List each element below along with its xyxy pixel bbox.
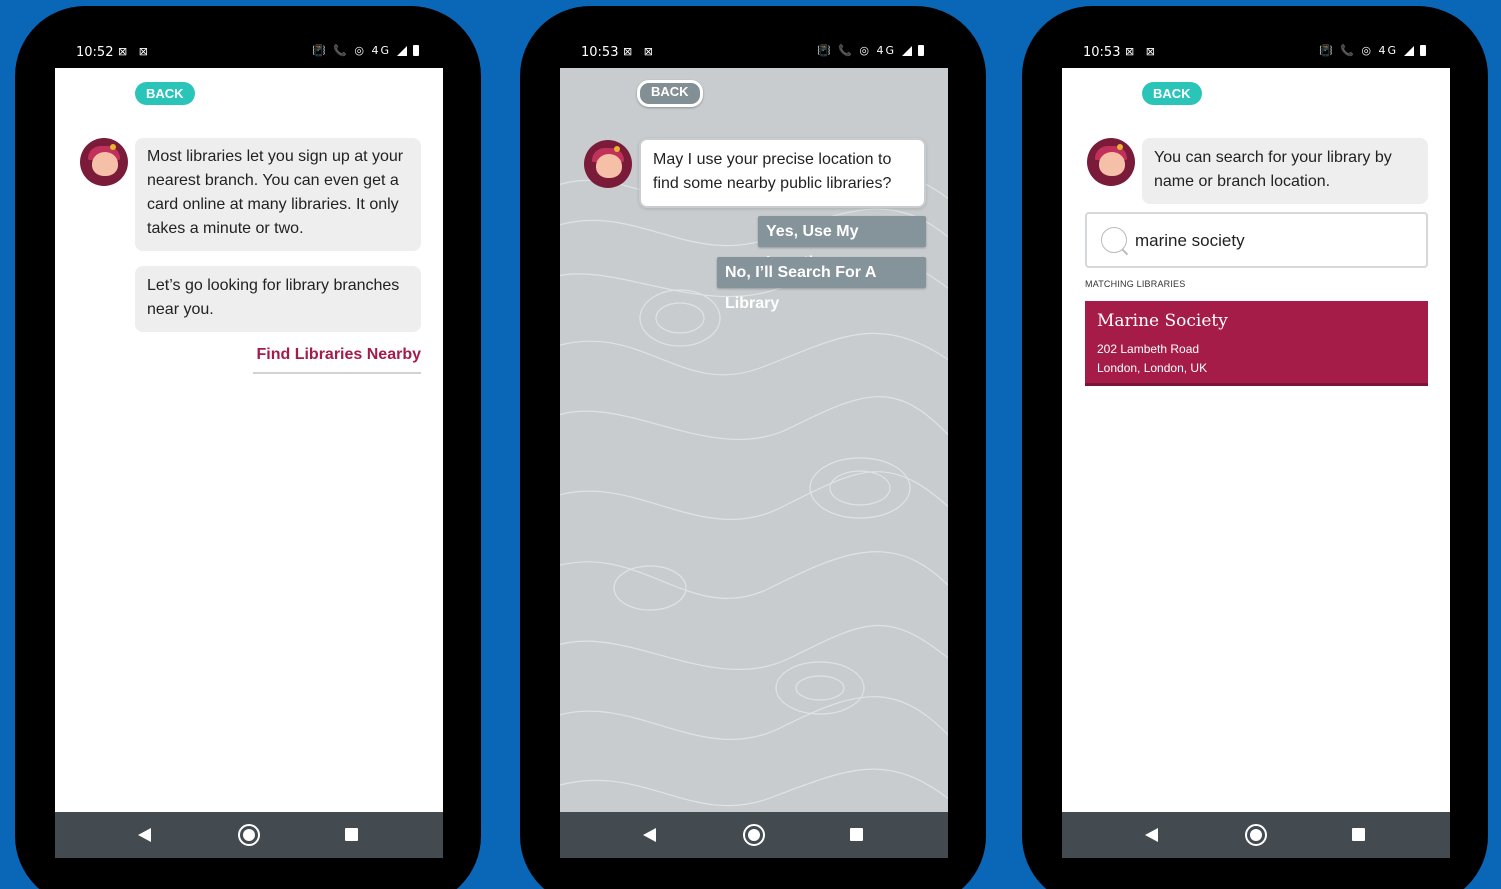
back-button[interactable]: BACK xyxy=(637,80,703,107)
android-nav-bar xyxy=(55,812,443,858)
status-time: 10:53 xyxy=(581,45,619,60)
battery-icon xyxy=(413,45,419,56)
status-bar: 10:53 ⊠ ⊠ 📳 📞 ◎ 4G xyxy=(1062,38,1450,68)
chat-content: BACK You can search for your library by … xyxy=(1062,68,1450,812)
chat-content: BACK May I use your precise location to … xyxy=(560,68,948,812)
nav-back-icon[interactable] xyxy=(1145,828,1158,842)
message-bubble: Let’s go looking for library branches ne… xyxy=(135,266,421,332)
library-search-field[interactable] xyxy=(1085,212,1428,268)
battery-icon xyxy=(918,45,924,56)
phone-1: 10:52 ⊠ ⊠ 📳 📞 ◎ 4G BACK Most libraries l… xyxy=(15,6,481,889)
message-bubble: You can search for your library by name … xyxy=(1142,138,1428,204)
avatar-face xyxy=(92,152,118,176)
phone-2: 10:53 ⊠ ⊠ 📳 📞 ◎ 4G BACK May I use your p… xyxy=(520,6,986,889)
avatar-face xyxy=(596,154,622,178)
avatar-icon xyxy=(80,138,128,186)
avatar-icon xyxy=(584,140,632,188)
back-button[interactable]: BACK xyxy=(135,82,195,105)
search-for-library-button[interactable]: No, I’ll Search For A Library xyxy=(717,257,926,312)
notification-icons: ⊠ ⊠ xyxy=(623,45,657,58)
avatar-icon xyxy=(1087,138,1135,186)
nav-recent-icon[interactable] xyxy=(345,828,358,841)
phone-3: 10:53 ⊠ ⊠ 📳 📞 ◎ 4G BACK You can search f… xyxy=(1022,6,1488,889)
screen: 10:52 ⊠ ⊠ 📳 📞 ◎ 4G BACK Most libraries l… xyxy=(55,38,443,858)
message-bubble: May I use your precise location to find … xyxy=(639,138,926,208)
battery-icon xyxy=(1420,45,1426,56)
nav-back-icon[interactable] xyxy=(643,828,656,842)
library-result-card[interactable]: Marine Society 202 Lambeth Road London, … xyxy=(1085,301,1428,386)
matching-libraries-label: MATCHING LIBRARIES xyxy=(1085,279,1186,289)
system-icons: 📳 📞 ◎ 4G xyxy=(1319,44,1426,57)
signal-icon xyxy=(902,45,912,56)
avatar-face xyxy=(1099,152,1125,176)
library-address-line2: London, London, UK xyxy=(1097,361,1208,375)
chat-content: BACK Most libraries let you sign up at y… xyxy=(55,68,443,812)
status-time: 10:52 xyxy=(76,45,114,60)
system-status-text: 📳 📞 ◎ 4G xyxy=(311,44,391,57)
screen: 10:53 ⊠ ⊠ 📳 📞 ◎ 4G BACK May I use your p… xyxy=(560,38,948,858)
status-time: 10:53 xyxy=(1083,45,1121,60)
nav-recent-icon[interactable] xyxy=(1352,828,1365,841)
find-libraries-nearby-button[interactable]: Find Libraries Nearby xyxy=(253,346,421,374)
android-nav-bar xyxy=(1062,812,1450,858)
message-bubble: Most libraries let you sign up at your n… xyxy=(135,138,421,251)
status-bar: 10:52 ⊠ ⊠ 📳 📞 ◎ 4G xyxy=(55,38,443,68)
notification-icons: ⊠ ⊠ xyxy=(1125,45,1159,58)
system-status-text: 📳 📞 ◎ 4G xyxy=(816,44,896,57)
nav-home-icon[interactable] xyxy=(238,824,260,846)
nav-home-icon[interactable] xyxy=(743,824,765,846)
status-bar: 10:53 ⊠ ⊠ 📳 📞 ◎ 4G xyxy=(560,38,948,68)
avatar-berry xyxy=(614,146,620,152)
notification-icons: ⊠ ⊠ xyxy=(118,45,152,58)
signal-icon xyxy=(397,45,407,56)
nav-back-icon[interactable] xyxy=(138,828,151,842)
use-my-location-button[interactable]: Yes, Use My Location xyxy=(758,216,926,271)
nav-recent-icon[interactable] xyxy=(850,828,863,841)
signal-icon xyxy=(1404,45,1414,56)
screen: 10:53 ⊠ ⊠ 📳 📞 ◎ 4G BACK You can search f… xyxy=(1062,38,1450,858)
nav-home-icon[interactable] xyxy=(1245,824,1267,846)
back-button[interactable]: BACK xyxy=(1142,82,1202,105)
system-status-text: 📳 📞 ◎ 4G xyxy=(1318,44,1398,57)
android-nav-bar xyxy=(560,812,948,858)
library-address-line1: 202 Lambeth Road xyxy=(1097,342,1200,356)
avatar-berry xyxy=(1117,144,1123,150)
avatar-berry xyxy=(110,144,116,150)
system-icons: 📳 📞 ◎ 4G xyxy=(817,44,924,57)
search-input[interactable] xyxy=(1135,228,1415,254)
search-icon xyxy=(1101,227,1127,253)
system-icons: 📳 📞 ◎ 4G xyxy=(312,44,419,57)
library-name: Marine Society xyxy=(1097,311,1228,331)
